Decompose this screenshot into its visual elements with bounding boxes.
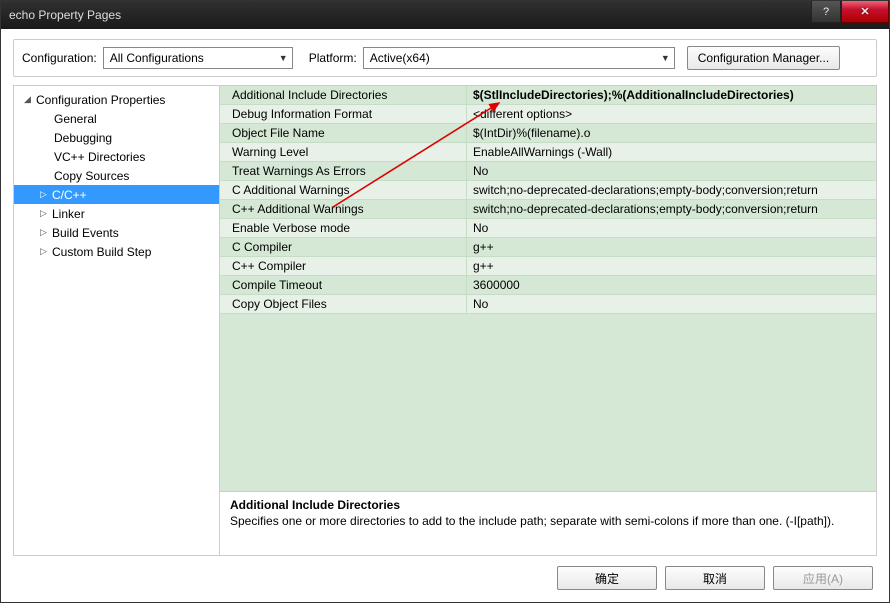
help-icon: ? bbox=[823, 6, 829, 18]
expand-icon: ▷ bbox=[40, 227, 52, 238]
expand-icon: ▷ bbox=[40, 246, 52, 257]
tree-item-label: Custom Build Step bbox=[52, 245, 151, 259]
property-name: Copy Object Files bbox=[220, 295, 467, 313]
tree-item-label: Copy Sources bbox=[54, 169, 129, 183]
close-button[interactable]: ✕ bbox=[841, 1, 889, 23]
property-value[interactable]: $(StlIncludeDirectories);%(AdditionalInc… bbox=[467, 86, 876, 104]
collapse-icon: ◢ bbox=[24, 94, 36, 105]
main-area: ◢ Configuration Properties General Debugg… bbox=[13, 85, 877, 556]
property-row[interactable]: Debug Information Format<different optio… bbox=[220, 105, 876, 124]
chevron-down-icon: ▼ bbox=[279, 53, 288, 63]
description-title: Additional Include Directories bbox=[230, 498, 866, 512]
tree-root[interactable]: ◢ Configuration Properties bbox=[14, 90, 219, 109]
platform-label: Platform: bbox=[305, 51, 357, 65]
property-name: Treat Warnings As Errors bbox=[220, 162, 467, 180]
property-value[interactable]: <different options> bbox=[467, 105, 876, 123]
property-name: C++ Additional Warnings bbox=[220, 200, 467, 218]
tree-item-label: C/C++ bbox=[52, 188, 87, 202]
tree-item[interactable]: VC++ Directories bbox=[14, 147, 219, 166]
configuration-manager-label: Configuration Manager... bbox=[698, 51, 829, 65]
expand-icon: ▷ bbox=[40, 208, 52, 219]
property-name: C Additional Warnings bbox=[220, 181, 467, 199]
property-name: C Compiler bbox=[220, 238, 467, 256]
tree-item[interactable]: ▷C/C++ bbox=[14, 185, 219, 204]
property-name: Warning Level bbox=[220, 143, 467, 161]
cancel-label: 取消 bbox=[703, 570, 727, 587]
configuration-combo[interactable]: All Configurations ▼ bbox=[103, 47, 293, 69]
property-grid[interactable]: Additional Include Directories$(StlInclu… bbox=[220, 86, 876, 491]
tree-item[interactable]: Copy Sources bbox=[14, 166, 219, 185]
property-name: Compile Timeout bbox=[220, 276, 467, 294]
split-area: ◢ Configuration Properties General Debugg… bbox=[13, 85, 877, 556]
configuration-bar: Configuration: All Configurations ▼ Plat… bbox=[13, 39, 877, 77]
property-column: Additional Include Directories$(StlInclu… bbox=[220, 86, 876, 555]
tree-item[interactable]: ▷Custom Build Step bbox=[14, 242, 219, 261]
property-name: C++ Compiler bbox=[220, 257, 467, 275]
platform-combo[interactable]: Active(x64) ▼ bbox=[363, 47, 675, 69]
tree-item-label: Debugging bbox=[54, 131, 112, 145]
tree-item-label: Linker bbox=[52, 207, 85, 221]
property-value[interactable]: $(IntDir)%(filename).o bbox=[467, 124, 876, 142]
configuration-label: Configuration: bbox=[18, 51, 97, 65]
chevron-down-icon: ▼ bbox=[661, 53, 670, 63]
property-value[interactable]: g++ bbox=[467, 257, 876, 275]
property-name: Additional Include Directories bbox=[220, 86, 467, 104]
property-value[interactable]: g++ bbox=[467, 238, 876, 256]
platform-value: Active(x64) bbox=[370, 51, 430, 65]
property-row[interactable]: C++ Additional Warningsswitch;no-depreca… bbox=[220, 200, 876, 219]
cancel-button[interactable]: 取消 bbox=[665, 566, 765, 590]
close-icon: ✕ bbox=[860, 5, 869, 18]
property-row[interactable]: Copy Object FilesNo bbox=[220, 295, 876, 314]
configuration-manager-button[interactable]: Configuration Manager... bbox=[687, 46, 840, 70]
description-body: Specifies one or more directories to add… bbox=[230, 514, 866, 530]
property-grid-fill bbox=[220, 314, 876, 491]
property-row[interactable]: Enable Verbose modeNo bbox=[220, 219, 876, 238]
property-name: Enable Verbose mode bbox=[220, 219, 467, 237]
property-value[interactable]: EnableAllWarnings (-Wall) bbox=[467, 143, 876, 161]
category-tree[interactable]: ◢ Configuration Properties General Debugg… bbox=[14, 86, 220, 555]
tree-root-label: Configuration Properties bbox=[36, 93, 165, 107]
property-value[interactable]: No bbox=[467, 295, 876, 313]
tree-item[interactable]: ▷Linker bbox=[14, 204, 219, 223]
property-row[interactable]: Treat Warnings As ErrorsNo bbox=[220, 162, 876, 181]
property-row[interactable]: Compile Timeout3600000 bbox=[220, 276, 876, 295]
apply-button[interactable]: 应用(A) bbox=[773, 566, 873, 590]
tree-item[interactable]: General bbox=[14, 109, 219, 128]
property-value[interactable]: switch;no-deprecated-declarations;empty-… bbox=[467, 200, 876, 218]
tree-item-label: General bbox=[54, 112, 97, 126]
titlebar: echo Property Pages ? ✕ bbox=[1, 1, 889, 29]
property-row[interactable]: C Additional Warningsswitch;no-deprecate… bbox=[220, 181, 876, 200]
ok-button[interactable]: 确定 bbox=[557, 566, 657, 590]
property-row[interactable]: Additional Include Directories$(StlInclu… bbox=[220, 86, 876, 105]
property-value[interactable]: No bbox=[467, 162, 876, 180]
property-row[interactable]: C Compilerg++ bbox=[220, 238, 876, 257]
window-buttons: ? ✕ bbox=[811, 1, 889, 22]
tree-item-label: Build Events bbox=[52, 226, 119, 240]
expand-icon: ▷ bbox=[40, 189, 52, 200]
ok-label: 确定 bbox=[595, 570, 619, 587]
dialog-window: echo Property Pages ? ✕ Configuration: A… bbox=[0, 0, 890, 603]
help-button[interactable]: ? bbox=[811, 1, 841, 23]
property-name: Object File Name bbox=[220, 124, 467, 142]
client-area: Configuration: All Configurations ▼ Plat… bbox=[1, 29, 889, 602]
configuration-value: All Configurations bbox=[110, 51, 204, 65]
property-name: Debug Information Format bbox=[220, 105, 467, 123]
tree-item[interactable]: Debugging bbox=[14, 128, 219, 147]
apply-label: 应用(A) bbox=[803, 570, 843, 587]
dialog-buttons: 确定 取消 应用(A) bbox=[13, 564, 877, 590]
window-title: echo Property Pages bbox=[9, 8, 121, 22]
property-value[interactable]: No bbox=[467, 219, 876, 237]
tree-item-label: VC++ Directories bbox=[54, 150, 145, 164]
property-row[interactable]: C++ Compilerg++ bbox=[220, 257, 876, 276]
property-value[interactable]: switch;no-deprecated-declarations;empty-… bbox=[467, 181, 876, 199]
property-row[interactable]: Warning LevelEnableAllWarnings (-Wall) bbox=[220, 143, 876, 162]
description-panel: Additional Include Directories Specifies… bbox=[220, 491, 876, 555]
tree-item[interactable]: ▷Build Events bbox=[14, 223, 219, 242]
property-value[interactable]: 3600000 bbox=[467, 276, 876, 294]
property-row[interactable]: Object File Name$(IntDir)%(filename).o bbox=[220, 124, 876, 143]
